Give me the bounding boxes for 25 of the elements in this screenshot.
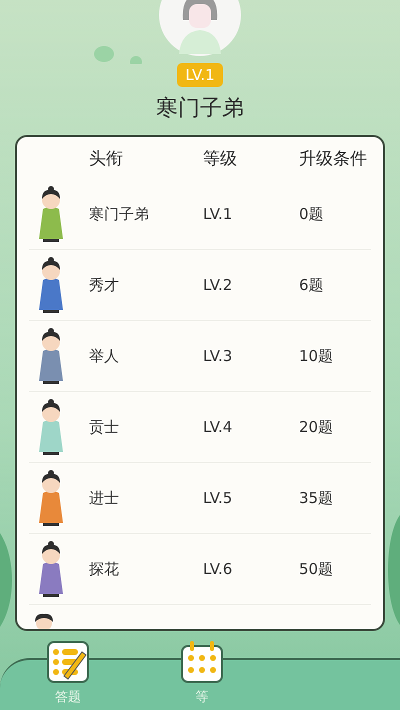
- table-cell-text: 0题: [299, 204, 325, 224]
- table-cell-text: 举人: [89, 346, 120, 366]
- nav-tab[interactable]: 等: [180, 640, 224, 710]
- table-cell-text: 进士: [89, 488, 120, 508]
- table-cell-text: LV.3: [203, 347, 234, 365]
- table-cell-text: 寒门子弟: [89, 204, 150, 224]
- table-cell-text: LV.2: [203, 276, 234, 294]
- table-cell-text: LV.1: [203, 205, 234, 223]
- table-cell-text: 35题: [299, 488, 334, 508]
- column-header: 等级: [203, 148, 238, 170]
- table-cell-text: 50题: [299, 560, 334, 578]
- table-cell-text: 秀才: [89, 276, 120, 294]
- level-badge: LV.1: [177, 63, 223, 87]
- table-cell-text: LV.6: [203, 560, 234, 578]
- table-cell-text: 10题: [299, 346, 334, 366]
- table-cell-text: LV.4: [203, 418, 234, 436]
- nav-tab[interactable]: 答题: [46, 640, 90, 710]
- table-cell-text: 6题: [299, 276, 325, 294]
- column-header: 头衔: [89, 148, 124, 170]
- column-header: 升级条件: [299, 148, 368, 170]
- rank-title: 寒门子弟: [156, 95, 244, 123]
- table-cell-text: 贡士: [89, 418, 120, 436]
- table-cell-text: LV.5: [203, 489, 234, 507]
- table-cell-text: 20题: [299, 418, 334, 436]
- table-cell-text: 探花: [89, 560, 120, 578]
